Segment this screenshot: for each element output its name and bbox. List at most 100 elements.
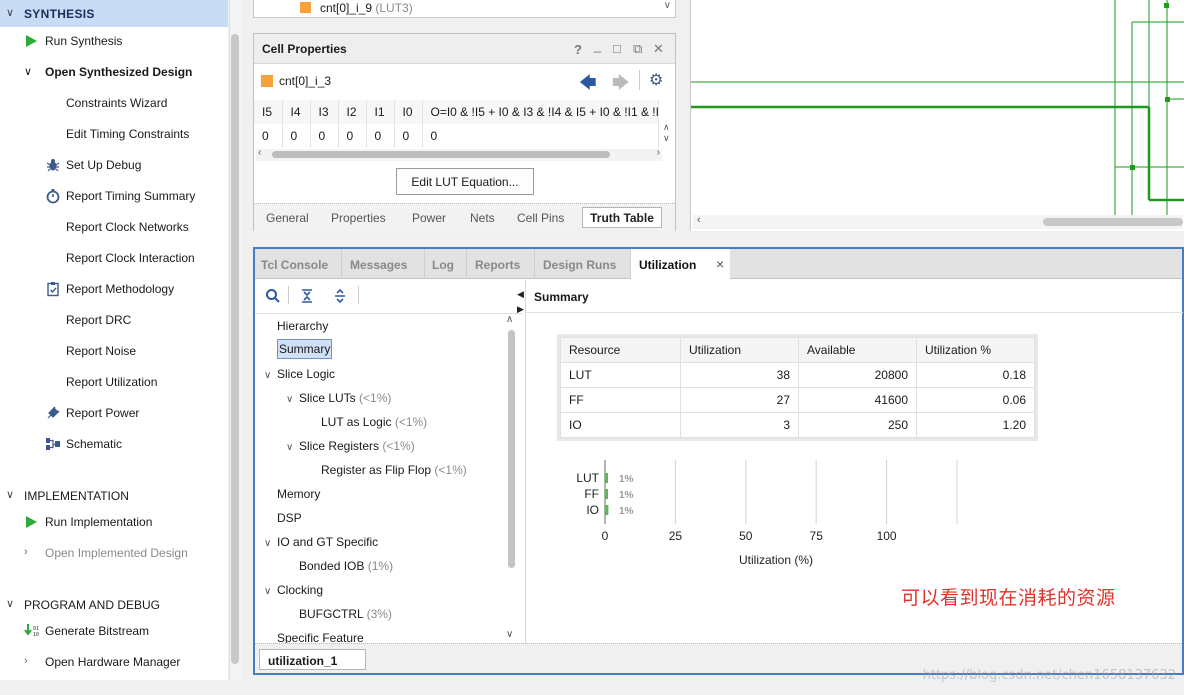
search-icon[interactable] [265,288,281,307]
minimize-icon[interactable]: _ [594,38,601,53]
close-icon[interactable]: ✕ [653,41,664,57]
column-header[interactable]: Utilization [680,337,799,363]
tree-item-dsp[interactable]: DSP [277,511,302,531]
tab-cell-pins[interactable]: Cell Pins [517,211,564,225]
y-category-label: FF [584,487,599,501]
float-icon[interactable]: ⧉ [633,41,642,57]
scroll-left-arrow-icon[interactable]: ‹ [258,147,261,158]
tree-item-register-as-flip-flop[interactable]: Register as Flip Flop (<1%) [321,463,467,483]
tab-nets[interactable]: Nets [470,211,495,225]
column-header[interactable]: Utilization % [916,337,1035,363]
tab-reports[interactable]: Reports [467,249,535,279]
maximize-icon[interactable]: □ [613,41,621,56]
scroll-up-arrow-icon[interactable]: ∧ [506,314,513,325]
edit-lut-equation-button[interactable]: Edit LUT Equation... [396,168,534,195]
chevron-right-icon[interactable]: › [24,546,40,562]
nav-section-program-debug[interactable]: ∨ PROGRAM AND DEBUG [0,592,228,616]
nav-scroll-thumb[interactable] [231,34,239,664]
back-arrow-icon[interactable]: 🡄 [579,70,597,99]
truth-cell: 0 [394,124,423,148]
divider [255,313,523,314]
tree-item-hierarchy[interactable]: Hierarchy [277,319,328,339]
chevron-down-icon[interactable]: ∨ [6,488,14,501]
x-tick-label: 100 [877,529,897,543]
scroll-right-arrow-icon[interactable]: › [657,147,660,158]
tree-item-summary[interactable]: Summary [277,339,333,362]
chevron-down-icon[interactable]: ∨ [286,394,293,405]
tab-utilization[interactable]: Utilization × [631,249,730,280]
scroll-down-arrow-icon[interactable]: ∨ [663,133,670,144]
collapse-all-icon[interactable] [299,288,315,307]
truth-table: I5 I4 I3 I2 I1 I0 O=I0 & !I5 + I0 & I3 &… [254,100,659,148]
tree-item-slice-luts[interactable]: ∨ Slice LUTs (<1%) [286,391,391,411]
tree-item-bonded-iob[interactable]: Bonded IOB (1%) [299,559,393,579]
table-row[interactable]: FF 27 41600 0.06 [560,387,1035,413]
tree-item-clocking[interactable]: ∨ Clocking [264,583,323,603]
expand-all-icon[interactable] [332,288,348,307]
toolbar-divider [639,70,640,90]
bar [605,473,608,483]
tab-properties[interactable]: Properties [331,211,386,225]
chevron-down-icon[interactable]: ∨ [264,370,271,381]
tree-item-slice-registers[interactable]: ∨ Slice Registers (<1%) [286,439,415,459]
tree-item-slice-logic[interactable]: ∨ Slice Logic [264,367,335,387]
gear-icon[interactable]: ⚙ [649,70,663,90]
tab-messages[interactable]: Messages [342,249,425,279]
tab-power[interactable]: Power [412,211,446,225]
chevron-right-icon[interactable]: › [24,655,40,671]
x-tick-label: 50 [739,529,753,543]
truth-hscrollbar[interactable]: ‹ › [256,147,662,161]
tab-design-runs[interactable]: Design Runs [535,249,631,279]
chevron-down-icon[interactable]: ∨ [6,597,14,610]
close-tab-icon[interactable]: × [716,257,724,271]
column-header[interactable]: Resource [560,337,681,363]
forward-arrow-icon[interactable]: 🡆 [612,70,630,99]
tab-utilization-1[interactable]: utilization_1 [259,649,366,670]
bar [605,489,608,499]
x-tick-label: 25 [669,529,683,543]
chevron-down-icon[interactable]: ∨ [24,65,40,81]
netlist-row[interactable]: cnt[0]_i_9 (LUT3) [320,1,413,15]
nav-section-label: IMPLEMENTATION [24,489,129,503]
tree-item-io-gt-specific[interactable]: ∨ IO and GT Specific [264,535,378,555]
truth-col-header: I5 [254,100,283,124]
tab-truth-table[interactable]: Truth Table [582,207,662,228]
help-icon[interactable]: ? [574,42,582,57]
nav-section-synthesis[interactable]: ∨ SYNTHESIS [0,0,228,27]
tree-item-lut-as-logic[interactable]: LUT as Logic (<1%) [321,415,427,435]
power-plug-icon [45,405,61,421]
tab-log[interactable]: Log [425,249,467,279]
chevron-down-icon[interactable]: ∨ [264,586,271,597]
truth-hscroll-thumb[interactable] [272,151,610,158]
tab-tcl-console[interactable]: Tcl Console [255,249,342,279]
schematic-icon [45,436,61,452]
cell-properties-tabs: General Properties Power Nets Cell Pins … [254,203,675,231]
nav-section-label: PROGRAM AND DEBUG [24,598,161,612]
scroll-left-arrow-icon[interactable]: ‹ [697,214,701,226]
annotation-text: 可以看到现在消耗的资源 [901,587,1116,609]
nav-section-implementation[interactable]: ∨ IMPLEMENTATION [0,483,228,507]
table-cell: FF [560,387,681,413]
tree-vscrollbar[interactable]: ∧ ∨ [506,314,517,641]
tree-item-memory[interactable]: Memory [277,487,320,507]
schematic-canvas[interactable]: ‹ [690,0,1184,231]
scroll-down-arrow-icon[interactable]: ∨ [664,0,671,11]
svg-text:10: 10 [33,632,39,638]
scroll-down-arrow-icon[interactable]: ∨ [506,629,513,640]
expand-right-icon[interactable]: ▶ [517,304,524,315]
truth-table-row[interactable]: 0 0 0 0 0 0 0 [254,124,659,148]
tree-item-bufgctrl[interactable]: BUFGCTRL (3%) [299,607,392,627]
schematic-hscrollbar[interactable]: ‹ [693,214,1183,229]
scroll-up-arrow-icon[interactable]: ∧ [663,122,670,133]
collapse-left-icon[interactable]: ◀ [517,289,524,300]
tab-general[interactable]: General [266,211,309,225]
chevron-down-icon[interactable]: ∨ [264,538,271,549]
table-row[interactable]: LUT 38 20800 0.18 [560,362,1035,388]
bar-data-label: 1% [619,506,634,517]
tree-vscroll-thumb[interactable] [508,330,515,568]
truth-vscrollbar[interactable]: ∧ ∨ [663,122,673,148]
column-header[interactable]: Available [798,337,917,363]
chevron-down-icon[interactable]: ∨ [286,442,293,453]
chevron-down-icon[interactable]: ∨ [6,6,14,19]
schematic-hscroll-thumb[interactable] [1043,218,1183,226]
